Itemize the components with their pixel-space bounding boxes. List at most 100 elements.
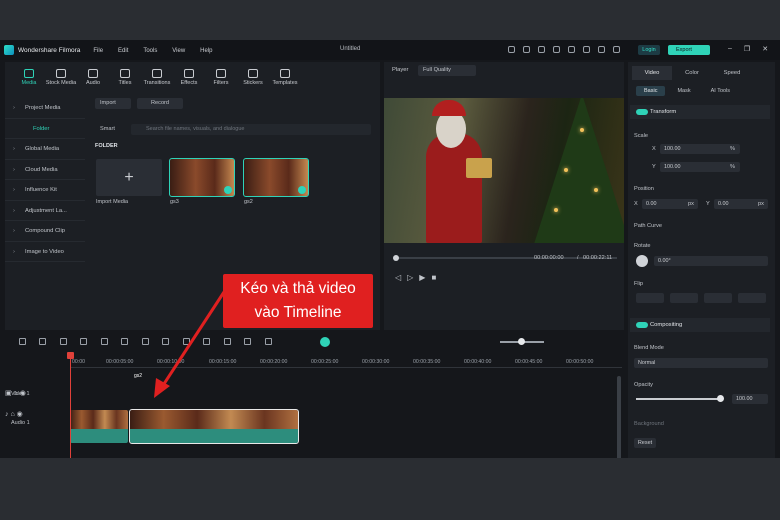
- cloud-icon[interactable]: [568, 46, 575, 53]
- import-media-button[interactable]: +: [96, 159, 162, 196]
- menu-file[interactable]: File: [93, 48, 103, 54]
- tab-color[interactable]: Color: [672, 66, 712, 80]
- tab-speed[interactable]: Speed: [712, 66, 752, 80]
- tool-filters[interactable]: Filters: [205, 66, 237, 86]
- transition-icon: [152, 69, 162, 78]
- tool-stock-media[interactable]: Stock Media: [45, 66, 77, 86]
- audio-track-controls[interactable]: ♪ ⌂ ◉: [5, 410, 69, 418]
- transform-toggle[interactable]: [636, 109, 648, 115]
- tool-media[interactable]: Media: [13, 66, 45, 86]
- playhead-handle[interactable]: [67, 352, 74, 359]
- opacity-slider[interactable]: [636, 398, 720, 400]
- menu-edit[interactable]: Edit: [118, 48, 128, 54]
- position-label: Position: [634, 186, 654, 192]
- media-toolbar: Media Stock Media Audio Titles Transitio…: [13, 66, 301, 86]
- crop-icon[interactable]: [141, 337, 149, 345]
- sidebar-item-compound-clip[interactable]: Compound Clip: [5, 221, 85, 242]
- subtab-mask[interactable]: Mask: [669, 86, 698, 96]
- rotate-dial[interactable]: [636, 255, 648, 267]
- support-icon[interactable]: [583, 46, 590, 53]
- position-y-unit: px: [758, 201, 764, 207]
- select-icon[interactable]: [39, 337, 46, 345]
- cart-icon[interactable]: [613, 46, 620, 53]
- compositing-toggle[interactable]: [636, 322, 648, 328]
- seek-handle[interactable]: [393, 255, 399, 261]
- tool-transitions[interactable]: Transitions: [141, 66, 173, 86]
- tool-effects[interactable]: Effects: [173, 66, 205, 86]
- delete-icon[interactable]: [100, 337, 108, 345]
- monitor-icon[interactable]: [538, 46, 545, 53]
- keyframe-icon[interactable]: [244, 337, 251, 345]
- title-icons: [508, 46, 620, 53]
- video-preview: [384, 98, 624, 243]
- sidebar-item-folder[interactable]: Folder: [5, 119, 85, 139]
- vertical-scrollbar[interactable]: [617, 376, 621, 460]
- subtab-ai-tools[interactable]: AI Tools: [703, 86, 738, 96]
- path-curve-label: Path Curve: [634, 223, 662, 229]
- render-icon[interactable]: [320, 337, 330, 347]
- rotate-field[interactable]: 0.00°: [654, 256, 768, 266]
- blend-mode-select[interactable]: Normal: [634, 358, 768, 368]
- audio-waveform: [130, 429, 298, 443]
- import-dropdown[interactable]: Import: [95, 98, 131, 109]
- playback-controls[interactable]: ◁▷▶■: [395, 273, 442, 282]
- timeline-clip-gs2[interactable]: [129, 409, 299, 444]
- instruction-callout: Kéo và thả video vào Timeline: [223, 274, 373, 328]
- menu-view[interactable]: View: [172, 48, 185, 54]
- player-label: Player: [392, 67, 409, 73]
- sidebar-item-image-to-video[interactable]: Image to Video: [5, 242, 85, 262]
- tool-templates[interactable]: Templates: [269, 66, 301, 86]
- quality-dropdown[interactable]: Full Quality: [418, 65, 476, 76]
- flip-horizontal-button[interactable]: [636, 293, 664, 303]
- send-icon[interactable]: [508, 46, 515, 53]
- opacity-slider-handle[interactable]: [717, 395, 724, 402]
- callout-line-2: vào Timeline: [254, 304, 342, 321]
- scale-x-field[interactable]: 100.00: [660, 144, 740, 154]
- redo-icon[interactable]: [80, 337, 87, 345]
- undo-icon[interactable]: [59, 337, 67, 345]
- media-icon: [24, 69, 34, 78]
- rotate-left-button[interactable]: [704, 293, 732, 303]
- subtab-basic[interactable]: Basic: [636, 86, 666, 96]
- tool-audio[interactable]: Audio: [77, 66, 109, 86]
- tool-titles[interactable]: Titles: [109, 66, 141, 86]
- video-track-label: Video 1: [11, 391, 30, 397]
- record-dropdown[interactable]: Record: [137, 98, 183, 109]
- transform-section[interactable]: Transform: [630, 105, 770, 119]
- opacity-field[interactable]: 100.00: [732, 394, 768, 404]
- flip-vertical-button[interactable]: [670, 293, 698, 303]
- tab-video[interactable]: Video: [632, 66, 672, 80]
- timeline-clip-gs3[interactable]: [70, 410, 128, 443]
- search-input[interactable]: Search file names, visuals, and dialogue: [131, 124, 371, 135]
- sidebar-item-cloud-media[interactable]: Cloud Media: [5, 160, 85, 180]
- sidebar-item-global-media[interactable]: Global Media: [5, 139, 85, 160]
- menu-help[interactable]: Help: [200, 48, 212, 54]
- login-button[interactable]: Login: [638, 45, 660, 55]
- tool-stickers[interactable]: Stickers: [237, 66, 269, 86]
- sidebar-item-influence-kit[interactable]: Influence Kit: [5, 180, 85, 201]
- more-icon[interactable]: [264, 337, 272, 345]
- compositing-section[interactable]: Compositing: [630, 318, 770, 332]
- zoom-handle[interactable]: [518, 338, 525, 345]
- rotate-right-button[interactable]: [738, 293, 766, 303]
- export-button[interactable]: Export: [668, 45, 710, 55]
- close-icon[interactable]: ✕: [762, 45, 768, 53]
- tick-label: 00:00:40:00: [464, 359, 492, 365]
- sidebar-item-project-media[interactable]: Project Media: [5, 98, 85, 119]
- cut-icon[interactable]: [121, 337, 128, 345]
- sidebar-item-adjustment-layer[interactable]: Adjustment La...: [5, 201, 85, 221]
- sort-dropdown[interactable]: Smart: [95, 124, 125, 135]
- save-icon[interactable]: [553, 46, 560, 53]
- tick-label: 00:00:05:00: [106, 359, 134, 365]
- scale-y-field[interactable]: 100.00: [660, 162, 740, 172]
- media-thumb-gs3[interactable]: [169, 158, 235, 197]
- grid-icon[interactable]: [598, 46, 605, 53]
- layout-icon[interactable]: [18, 337, 26, 345]
- menu-tools[interactable]: Tools: [143, 48, 157, 54]
- minimize-icon[interactable]: –: [728, 45, 732, 53]
- media-thumb-gs2[interactable]: [243, 158, 309, 197]
- maximize-icon[interactable]: ❐: [744, 45, 750, 53]
- scale-label: Scale: [634, 133, 648, 139]
- reset-button[interactable]: Reset: [634, 438, 656, 448]
- bulb-icon[interactable]: [523, 46, 530, 53]
